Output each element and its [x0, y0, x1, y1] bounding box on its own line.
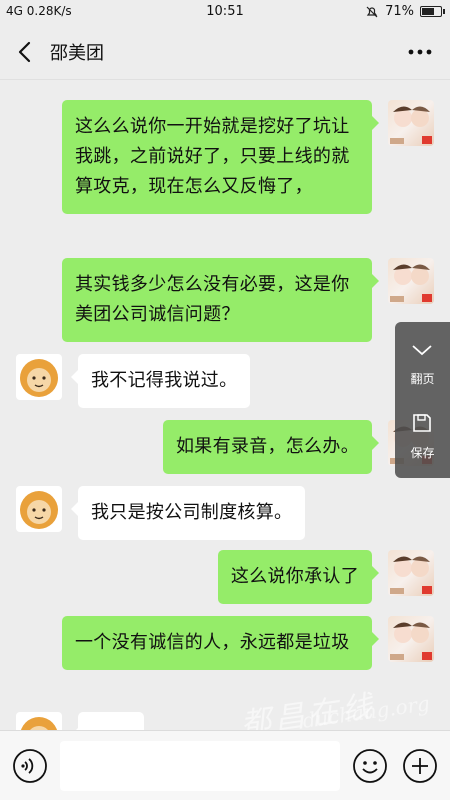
contact-name: 邵美团 — [50, 43, 104, 64]
voice-input-icon[interactable] — [12, 748, 48, 784]
contact-avatar[interactable] — [16, 354, 62, 400]
sent-message-bubble[interactable]: 其实钱多少怎么没有必要，这是你美团公司诚信问题？ — [62, 258, 379, 342]
save-button[interactable]: 保存 — [395, 404, 450, 474]
page-turn-button[interactable]: 翻页 — [395, 330, 450, 400]
sent-message-bubble[interactable]: 这么么说你一开始就是挖好了坑让我跳，之前说好了，只要上线的就算攻克，现在怎么又反… — [62, 100, 379, 214]
battery-icon — [420, 6, 445, 17]
floating-toolbar: 翻页 保存 — [395, 322, 450, 478]
self-avatar[interactable] — [388, 258, 434, 304]
more-options-icon[interactable] — [402, 36, 438, 68]
sent-message-bubble[interactable]: 这么说你承认了 — [217, 550, 380, 604]
save-label: 保存 — [410, 446, 435, 460]
save-icon — [413, 414, 431, 432]
mute-icon — [366, 6, 378, 17]
status-bar: 4G 0.28K/s 10:51 71% — [0, 0, 450, 24]
message-input[interactable] — [60, 741, 340, 791]
contact-avatar[interactable] — [16, 712, 62, 730]
received-message-bubble[interactable]: 我只是按公司制度核算。 — [70, 486, 306, 540]
self-avatar[interactable] — [388, 100, 434, 146]
chat-header: 邵美团 — [0, 24, 450, 80]
contact-avatar[interactable] — [16, 486, 62, 532]
page-turn-label: 翻页 — [410, 372, 435, 386]
received-message-bubble[interactable]: 我不记得我说过。 — [70, 354, 251, 408]
chevron-down-icon — [412, 345, 432, 356]
self-avatar[interactable] — [388, 550, 434, 596]
plus-icon[interactable] — [402, 748, 438, 784]
received-message-bubble[interactable] — [71, 712, 144, 730]
back-arrow-icon[interactable] — [10, 36, 42, 68]
message-list[interactable]: 这么么说你一开始就是挖好了坑让我跳，之前说好了，只要上线的就算攻克，现在怎么又反… — [0, 80, 450, 730]
self-avatar[interactable] — [388, 616, 434, 662]
status-right: 71% — [365, 4, 445, 19]
sent-message-bubble[interactable]: 一个没有诚信的人，永远都是垃圾 — [62, 616, 379, 670]
sent-message-bubble[interactable]: 如果有录音，怎么办。 — [163, 420, 379, 474]
battery-percent: 71% — [385, 4, 414, 19]
input-bar — [0, 730, 450, 800]
emoji-icon[interactable] — [352, 748, 388, 784]
